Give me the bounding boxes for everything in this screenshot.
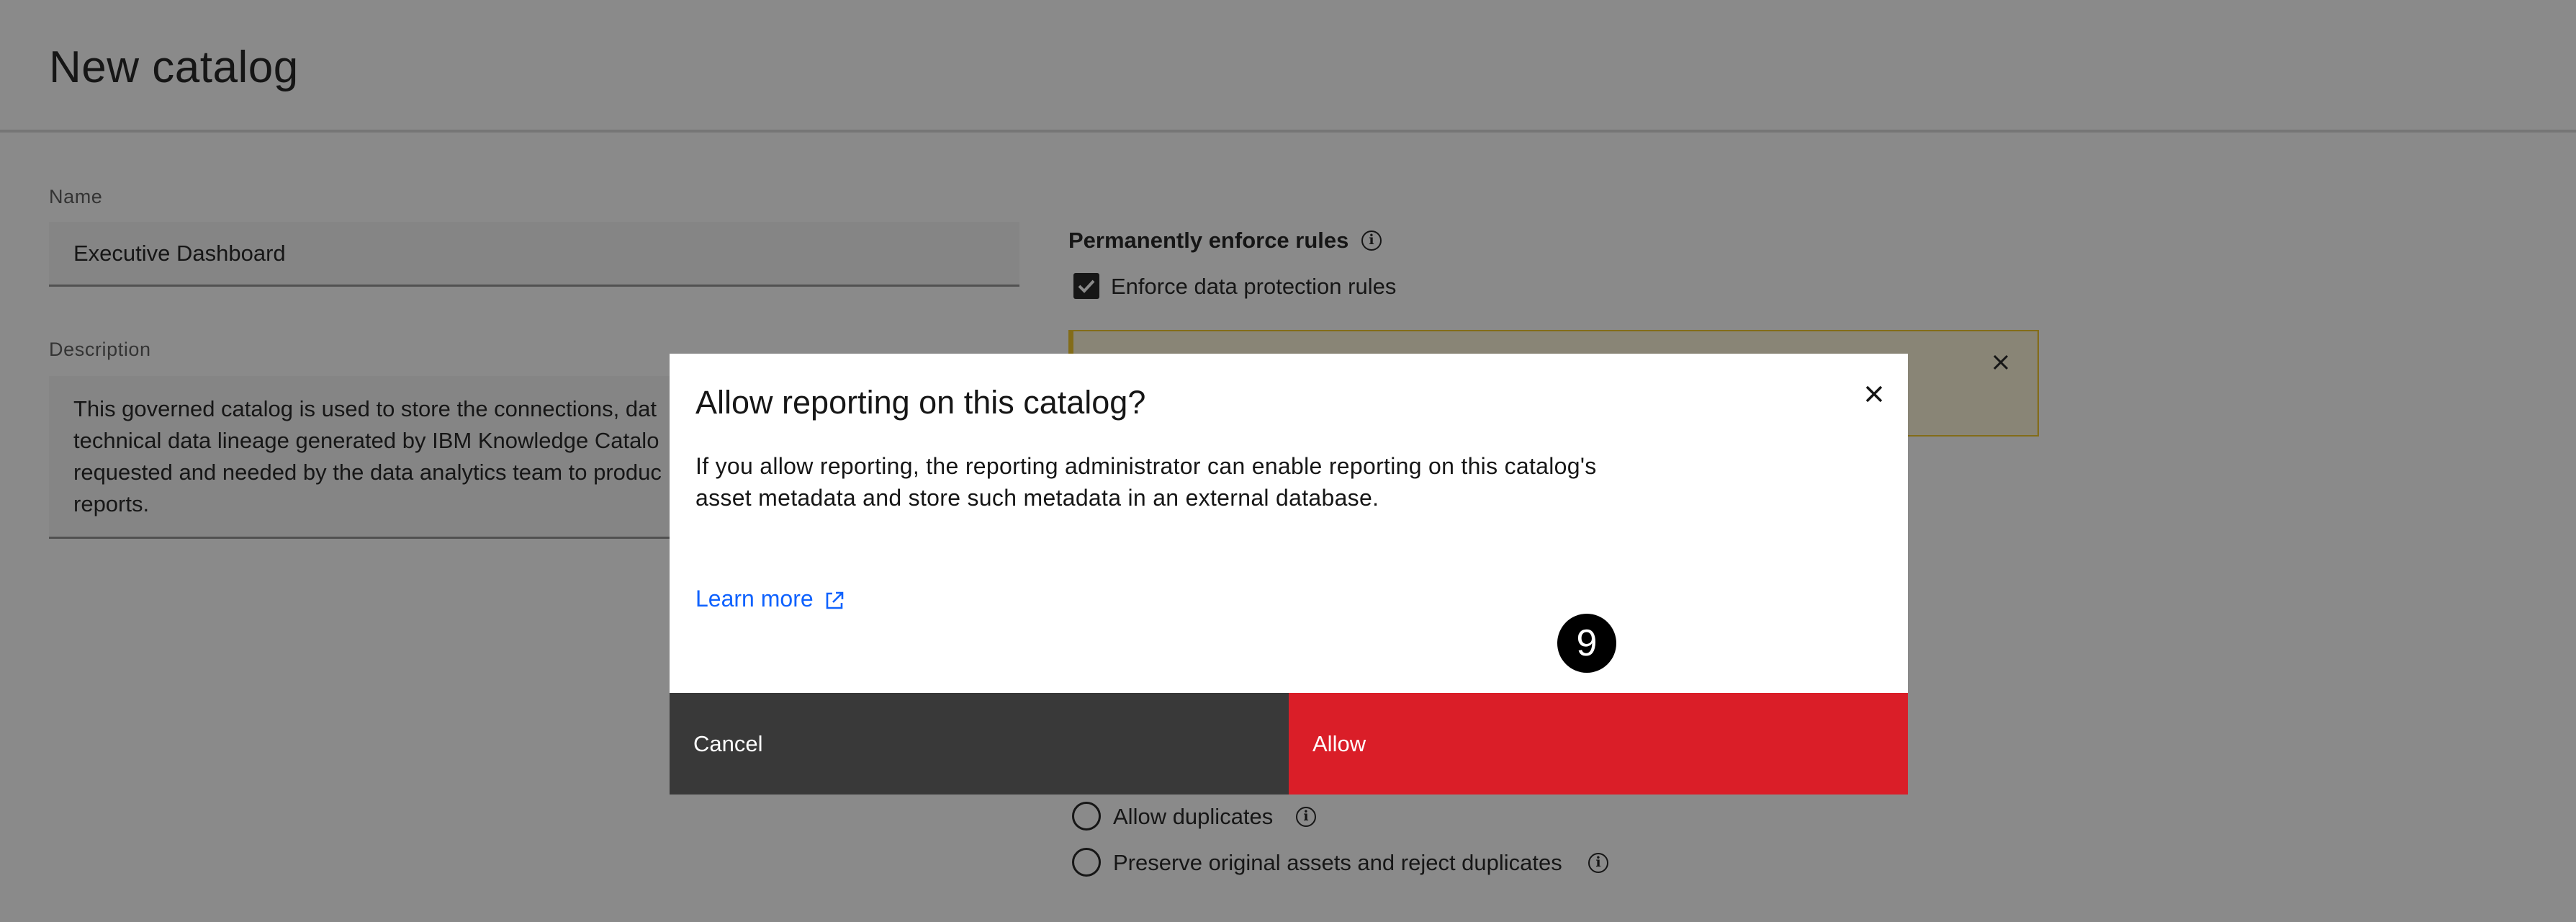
learn-more-link[interactable]: Learn more [695, 586, 814, 612]
modal-body-line: If you allow reporting, the reporting ad… [695, 453, 1597, 479]
modal-title: Allow reporting on this catalog? [695, 384, 1146, 421]
close-icon[interactable] [1860, 380, 1888, 408]
step-badge: 9 [1557, 614, 1616, 673]
modal-body: If you allow reporting, the reporting ad… [695, 450, 1631, 514]
allow-button[interactable]: Allow [1289, 693, 1908, 795]
cancel-button[interactable]: Cancel [670, 693, 1289, 795]
allow-reporting-modal: Allow reporting on this catalog? If you … [670, 354, 1908, 795]
external-link-icon[interactable] [824, 590, 845, 612]
modal-body-line: asset metadata and store such metadata i… [695, 485, 1379, 511]
